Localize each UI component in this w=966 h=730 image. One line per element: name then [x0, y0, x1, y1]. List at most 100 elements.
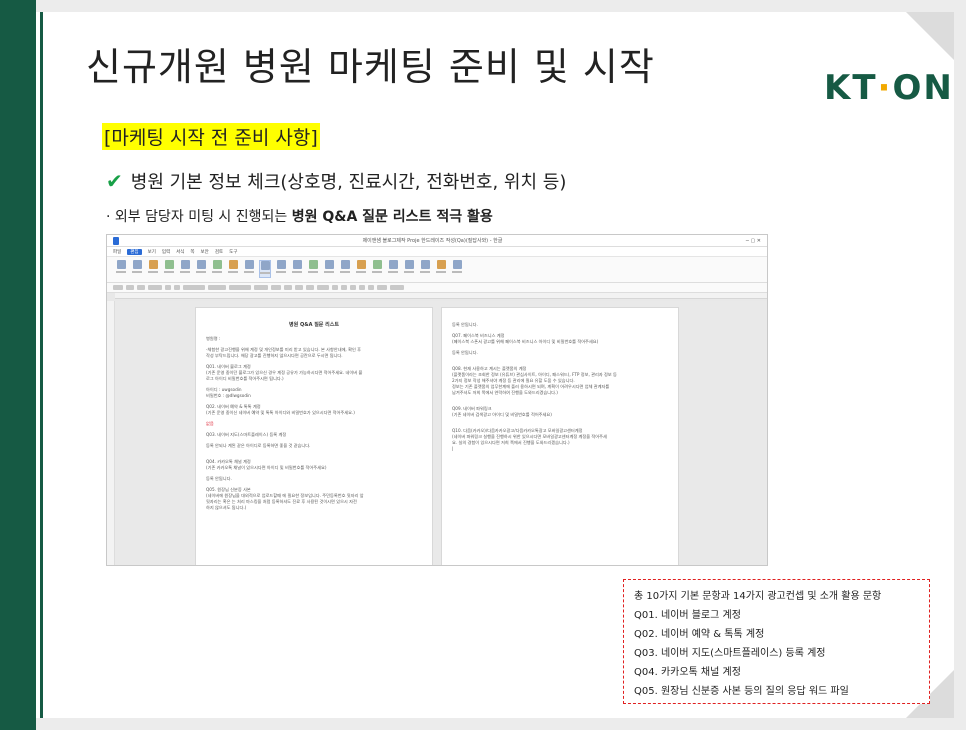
bullet-item: · 외부 담당자 미팅 시 진행되는 병원 Q&A 질문 리스트 적극 활용 [106, 206, 493, 226]
toolbar-control[interactable] [113, 285, 123, 290]
ribbon-button[interactable] [419, 260, 431, 278]
window-controls: ─ ▢ ✕ [745, 237, 761, 244]
ribbon-button[interactable] [227, 260, 239, 278]
toolbar-control[interactable] [368, 285, 374, 290]
bullet-prefix: · 외부 담당자 미팅 시 진행되는 [106, 209, 292, 225]
callout-line: 총 10가지 기본 문항과 14가지 광고컨셉 및 소개 활용 문항 [634, 591, 882, 602]
menu-item[interactable]: 쪽 [190, 249, 194, 255]
toolbar-control[interactable] [174, 285, 180, 290]
toolbar-control[interactable] [295, 285, 303, 290]
toolbar-control[interactable] [332, 285, 338, 290]
ribbon-button-label [452, 271, 462, 273]
logo-part2: ON [892, 68, 954, 108]
ribbon-button-icon [212, 260, 222, 269]
toolbar-control[interactable] [341, 285, 347, 290]
ribbon-button[interactable] [291, 260, 303, 278]
toolbar-control[interactable] [148, 285, 162, 290]
logo-part1: KT [824, 68, 878, 108]
ribbon-button-icon [132, 260, 142, 269]
menu-item[interactable]: 보안 [201, 249, 209, 255]
app-logo-icon [113, 236, 119, 245]
ribbon-button[interactable] [179, 260, 191, 278]
callout-line: Q01. 네이버 블로그 계정 [634, 610, 741, 621]
ribbon-button-icon [420, 260, 430, 269]
toolbar-control[interactable] [284, 285, 292, 290]
ribbon-button-label [132, 271, 142, 273]
app-menu-bar: 파일 편집 보기 입력 서식 쪽 보안 검토 도구 [107, 247, 767, 257]
ribbon-button[interactable] [195, 260, 207, 278]
green-side-bar [0, 0, 36, 730]
ribbon-button[interactable] [387, 260, 399, 278]
callout-line: Q05. 원장님 신분증 사본 등의 질의 응답 워드 파일 [634, 686, 849, 697]
checkmark-icon: ✔ [106, 169, 123, 193]
toolbar-control[interactable] [229, 285, 251, 290]
document-line: 하지 않으셔도 됩니다.) [206, 505, 247, 510]
ribbon-button-icon [436, 260, 446, 269]
ribbon-button[interactable] [451, 260, 463, 278]
menu-item[interactable]: 서식 [176, 249, 184, 255]
callout-line: Q02. 네이버 예약 & 톡톡 계정 [634, 629, 765, 640]
toolbar-control[interactable] [306, 285, 314, 290]
ribbon-button-icon [324, 260, 334, 269]
app-window-title: 제이앤샘 블로그제작 Proje 한드레이즈 작성(Qa)(질답사와) - 한글 [362, 238, 503, 244]
ribbon-button[interactable] [211, 260, 223, 278]
toolbar-control[interactable] [390, 285, 404, 290]
menu-item[interactable]: 보기 [148, 249, 156, 255]
ribbon-button-icon [276, 260, 286, 269]
check-item: ✔ 병원 기본 정보 체크(상호명, 진료시간, 전화번호, 위치 등) [106, 168, 566, 194]
ribbon-button[interactable] [435, 260, 447, 278]
toolbar-control[interactable] [254, 285, 268, 290]
ribbon-button-label [276, 271, 286, 273]
ribbon-button-icon [260, 261, 270, 270]
menu-item[interactable]: 파일 [113, 249, 121, 255]
toolbar-control[interactable] [377, 285, 387, 290]
ribbon-button-label [356, 271, 366, 273]
ribbon-button-label [244, 271, 254, 273]
ribbon-button[interactable] [403, 260, 415, 278]
toolbar-control[interactable] [183, 285, 205, 290]
bullet-bold: 병원 Q&A 질문 리스트 적극 활용 [291, 209, 493, 225]
ribbon-button-label [260, 272, 270, 274]
toolbar-control[interactable] [208, 285, 226, 290]
ribbon-button[interactable] [259, 260, 271, 278]
ribbon-button-label [228, 271, 238, 273]
menu-item[interactable]: 편집 [127, 248, 142, 255]
ribbon-button[interactable] [371, 260, 383, 278]
ribbon-button[interactable] [307, 260, 319, 278]
toolbar-control[interactable] [359, 285, 365, 290]
toolbar-control[interactable] [317, 285, 329, 290]
ribbon-button-icon [164, 260, 174, 269]
toolbar-control[interactable] [165, 285, 171, 290]
toolbar-control[interactable] [350, 285, 356, 290]
ribbon-button[interactable] [339, 260, 351, 278]
ribbon-button[interactable] [275, 260, 287, 278]
document-screenshot: 제이앤샘 블로그제작 Proje 한드레이즈 작성(Qa)(질답사와) - 한글… [106, 234, 768, 566]
ribbon-button-label [148, 271, 158, 273]
ribbon-button[interactable] [243, 260, 255, 278]
ribbon-button-label [340, 271, 350, 273]
menu-item[interactable]: 도구 [229, 249, 237, 255]
callout-line: Q03. 네이버 지도(스마트플레이스) 등록 계정 [634, 648, 826, 659]
ribbon-button[interactable] [163, 260, 175, 278]
toolbar-control[interactable] [271, 285, 281, 290]
ribbon-button[interactable] [131, 260, 143, 278]
ribbon-button-icon [340, 260, 350, 269]
document-area: 병원 Q&A 질문 리스트 병원명 : -체험한 광고진행을 위해 계정 및 개인… [115, 301, 767, 565]
ribbon-button-label [212, 271, 222, 273]
ribbon-button-icon [388, 260, 398, 269]
ribbon-button[interactable] [323, 260, 335, 278]
slide-border-bottom [0, 718, 966, 730]
ribbon-button[interactable] [115, 260, 127, 278]
green-side-line [40, 12, 43, 718]
document-line: | [452, 446, 454, 451]
ribbon-button-icon [308, 260, 318, 269]
menu-item[interactable]: 입력 [162, 249, 170, 255]
ribbon-button-label [116, 271, 126, 273]
ribbon-button[interactable] [147, 260, 159, 278]
menu-item[interactable]: 검토 [215, 249, 223, 255]
corner-fold-top-right [906, 12, 954, 60]
toolbar-control[interactable] [126, 285, 134, 290]
ribbon-button[interactable] [355, 260, 367, 278]
document-page-1: 병원 Q&A 질문 리스트 병원명 : -체험한 광고진행을 위해 계정 및 개인… [195, 307, 433, 565]
toolbar-control[interactable] [137, 285, 145, 290]
